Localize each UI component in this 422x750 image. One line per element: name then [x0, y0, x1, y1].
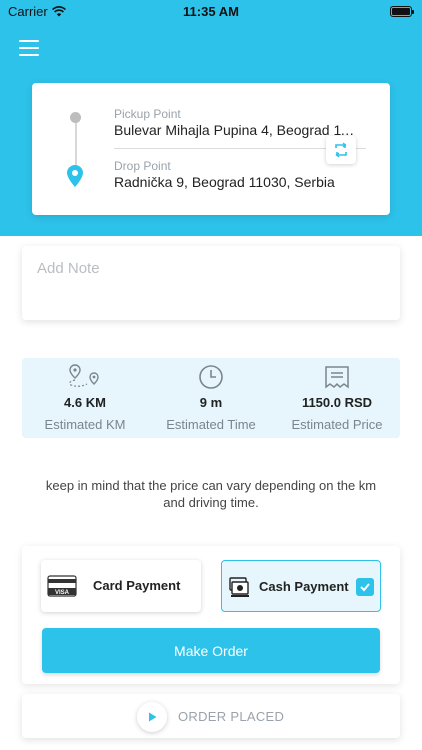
price-disclaimer: keep in mind that the price can vary dep…	[45, 478, 377, 510]
estimated-km-label: Estimated KM	[44, 417, 126, 432]
route-line	[75, 116, 77, 170]
check-icon	[360, 583, 370, 592]
card-payment-option[interactable]: VISA Card Payment	[41, 560, 201, 612]
estimated-km-value: 4.6 KM	[64, 395, 106, 410]
estimated-time-label: Estimated Time	[166, 417, 256, 432]
clock-icon	[199, 365, 223, 389]
visa-card-icon: VISA	[47, 575, 77, 597]
receipt-icon	[325, 366, 349, 389]
swap-icon	[335, 142, 347, 158]
add-note-input[interactable]: Add Note	[22, 246, 400, 320]
svg-text:VISA: VISA	[55, 590, 70, 596]
estimated-time-value: 9 m	[199, 395, 223, 410]
pickup-dot-icon	[70, 112, 81, 123]
cash-payment-label: Cash Payment	[259, 579, 349, 594]
cash-payment-checkbox[interactable]	[356, 578, 374, 596]
estimated-km-stat: 4.6 KM Estimated KM	[22, 358, 148, 438]
hamburger-menu-icon[interactable]	[19, 40, 39, 56]
cash-icon	[229, 577, 249, 597]
estimates-panel: 4.6 KM Estimated KM 9 m Estimated Time 1…	[22, 358, 400, 438]
order-status-bar: ORDER PLACED	[22, 694, 400, 738]
order-status-label: ORDER PLACED	[178, 709, 285, 724]
status-time: 11:35 AM	[183, 4, 239, 19]
drop-label: Drop Point	[114, 159, 171, 173]
status-bar: Carrier 11:35 AM	[0, 0, 422, 24]
estimated-time-stat: 9 m Estimated Time	[148, 358, 274, 438]
route-card: Pickup Point Bulevar Mihajla Pupina 4, B…	[32, 83, 390, 215]
route-pin-icon	[69, 364, 99, 387]
drop-address[interactable]: Radnička 9, Beograd 11030, Serbia	[114, 174, 374, 190]
battery-icon	[390, 6, 414, 17]
play-icon	[149, 712, 157, 722]
card-payment-label: Card Payment	[93, 578, 181, 593]
payment-panel: VISA Card Payment Cash Payment Make Orde…	[22, 546, 400, 684]
make-order-button[interactable]: Make Order	[42, 628, 380, 673]
pickup-label: Pickup Point	[114, 107, 181, 121]
cash-payment-option[interactable]: Cash Payment	[221, 560, 381, 612]
estimated-price-label: Estimated Price	[291, 417, 383, 432]
add-note-placeholder: Add Note	[37, 260, 100, 277]
pickup-address[interactable]: Bulevar Mihajla Pupina 4, Beograd 11070,…	[114, 122, 358, 138]
estimated-price-stat: 1150.0 RSD Estimated Price	[274, 358, 400, 438]
drop-pin-icon	[67, 165, 83, 187]
swap-locations-button[interactable]	[326, 136, 356, 164]
estimated-price-value: 1150.0 RSD	[301, 395, 373, 410]
play-button[interactable]	[137, 702, 167, 732]
